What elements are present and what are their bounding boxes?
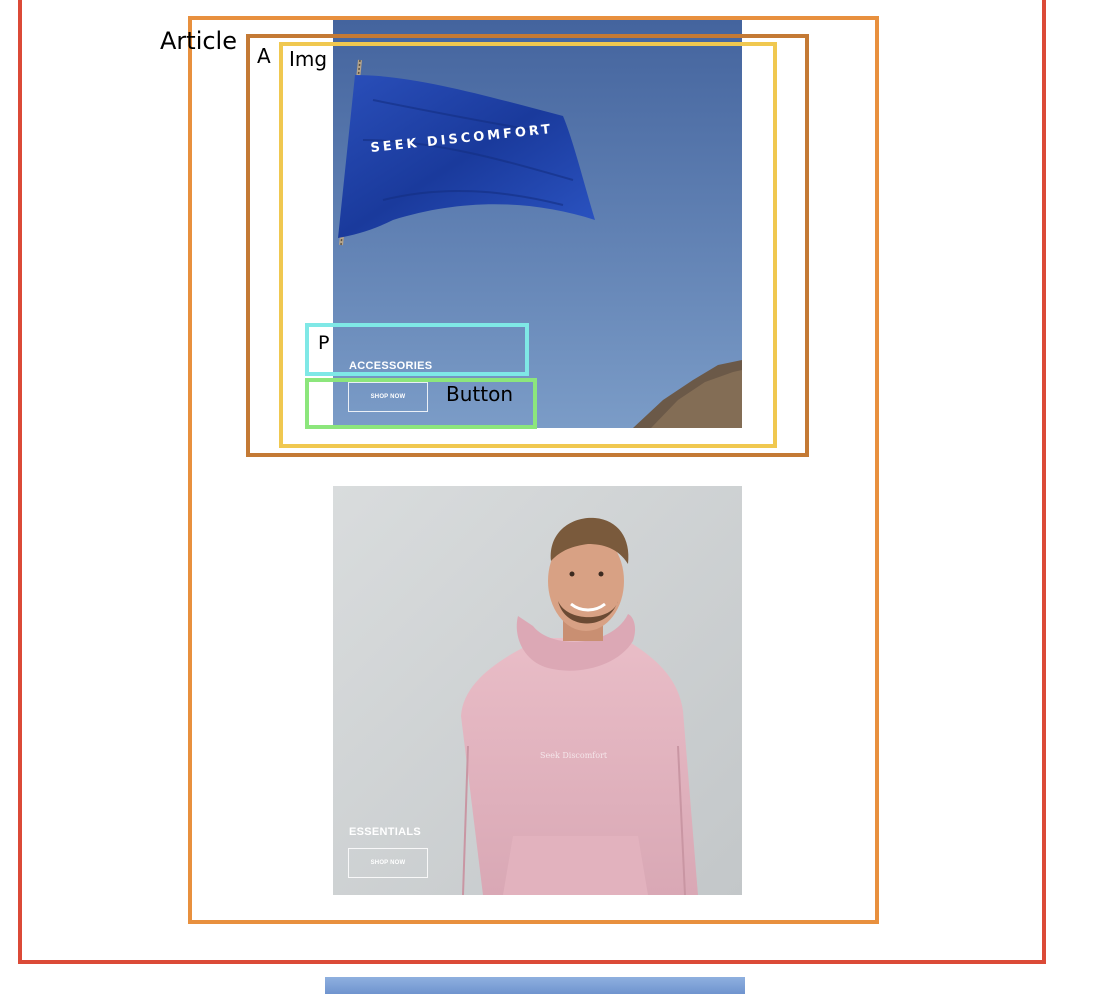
paragraph-annotation-label: P <box>316 332 332 354</box>
hoodie-text: Seek Discomfort <box>540 751 608 760</box>
next-tile-image <box>325 977 745 994</box>
essentials-tile[interactable]: Seek Discomfort ESSENTIALS SHOP NOW <box>333 486 742 895</box>
essentials-shop-now-button[interactable]: SHOP NOW <box>348 848 428 878</box>
paragraph-outline <box>305 323 529 376</box>
article-annotation-label: Article <box>160 27 237 55</box>
essentials-label: ESSENTIALS <box>349 826 422 838</box>
link-annotation-label: A <box>257 44 271 68</box>
button-annotation-label: Button <box>446 382 513 406</box>
image-annotation-label: Img <box>288 47 329 71</box>
